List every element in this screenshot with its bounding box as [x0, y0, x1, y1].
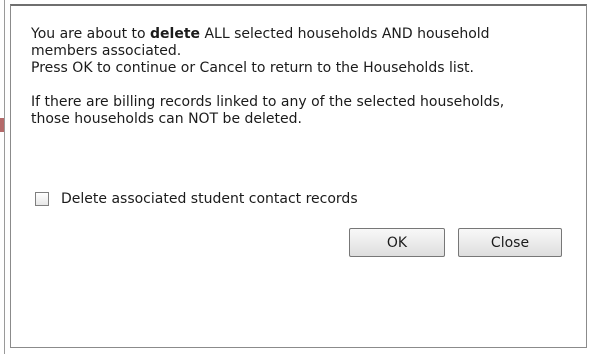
message-line5: those households can NOT be deleted. — [31, 111, 302, 127]
message-line1-suffix: ALL selected households AND household — [200, 26, 490, 42]
message-paragraph-1: You are about to delete ALL selected hou… — [31, 26, 571, 77]
delete-student-contacts-checkbox[interactable] — [35, 192, 49, 206]
close-button[interactable]: Close — [458, 228, 562, 257]
dialog-buttons: OK Close — [349, 228, 562, 257]
ok-button[interactable]: OK — [349, 228, 445, 257]
message-line2: members associated. — [31, 43, 182, 59]
left-edge-marker — [0, 118, 4, 132]
message-line4: If there are billing records linked to a… — [31, 94, 505, 110]
message-line1-bold: delete — [150, 26, 201, 42]
confirm-delete-dialog: You are about to delete ALL selected hou… — [10, 4, 587, 348]
message-line3: Press OK to continue or Cancel to return… — [31, 60, 474, 76]
message-line1-prefix: You are about to — [31, 26, 151, 42]
screen: You are about to delete ALL selected hou… — [0, 0, 600, 354]
message-paragraph-2: If there are billing records linked to a… — [31, 94, 571, 128]
delete-student-contacts-label: Delete associated student contact record… — [61, 191, 358, 207]
left-window-edge — [4, 0, 5, 354]
delete-student-contacts-checkbox-row[interactable]: Delete associated student contact record… — [35, 190, 358, 208]
dialog-message: You are about to delete ALL selected hou… — [31, 26, 571, 128]
